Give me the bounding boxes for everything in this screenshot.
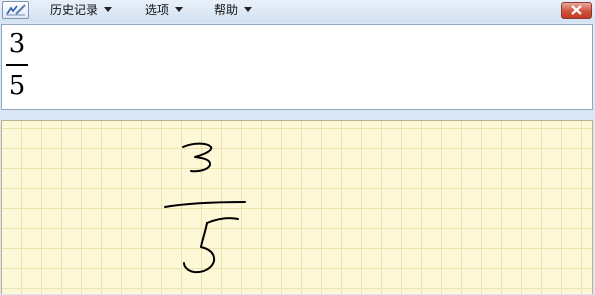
- menu-history[interactable]: 历史记录: [50, 0, 113, 20]
- chevron-down-icon: [104, 7, 113, 12]
- handwritten-ink: [164, 142, 246, 274]
- close-icon: [571, 5, 582, 15]
- ink-stroke-bar: [164, 201, 246, 208]
- menu-help[interactable]: 帮助: [214, 0, 253, 20]
- title-bar: 历史记录 选项 帮助: [0, 0, 595, 22]
- menu-options[interactable]: 选项: [145, 0, 184, 20]
- ink-stroke-5-top: [206, 217, 239, 224]
- chevron-down-icon: [244, 7, 253, 12]
- recognition-preview: 3 5: [1, 24, 593, 110]
- menu-options-label: 选项: [145, 3, 170, 17]
- ink-stroke-5-body: [183, 222, 216, 274]
- menu-history-label: 历史记录: [50, 3, 99, 17]
- menu-help-label: 帮助: [214, 3, 239, 17]
- writing-pad[interactable]: [1, 120, 593, 294]
- fraction-denominator: 5: [8, 71, 26, 101]
- chevron-down-icon: [175, 7, 184, 12]
- fraction-bar: [6, 64, 28, 66]
- fraction-numerator: 3: [8, 29, 26, 59]
- ink-stroke-3: [182, 142, 213, 173]
- recognized-fraction: 3 5: [6, 27, 28, 103]
- close-button[interactable]: [561, 2, 592, 19]
- math-input-panel-icon[interactable]: [2, 1, 29, 19]
